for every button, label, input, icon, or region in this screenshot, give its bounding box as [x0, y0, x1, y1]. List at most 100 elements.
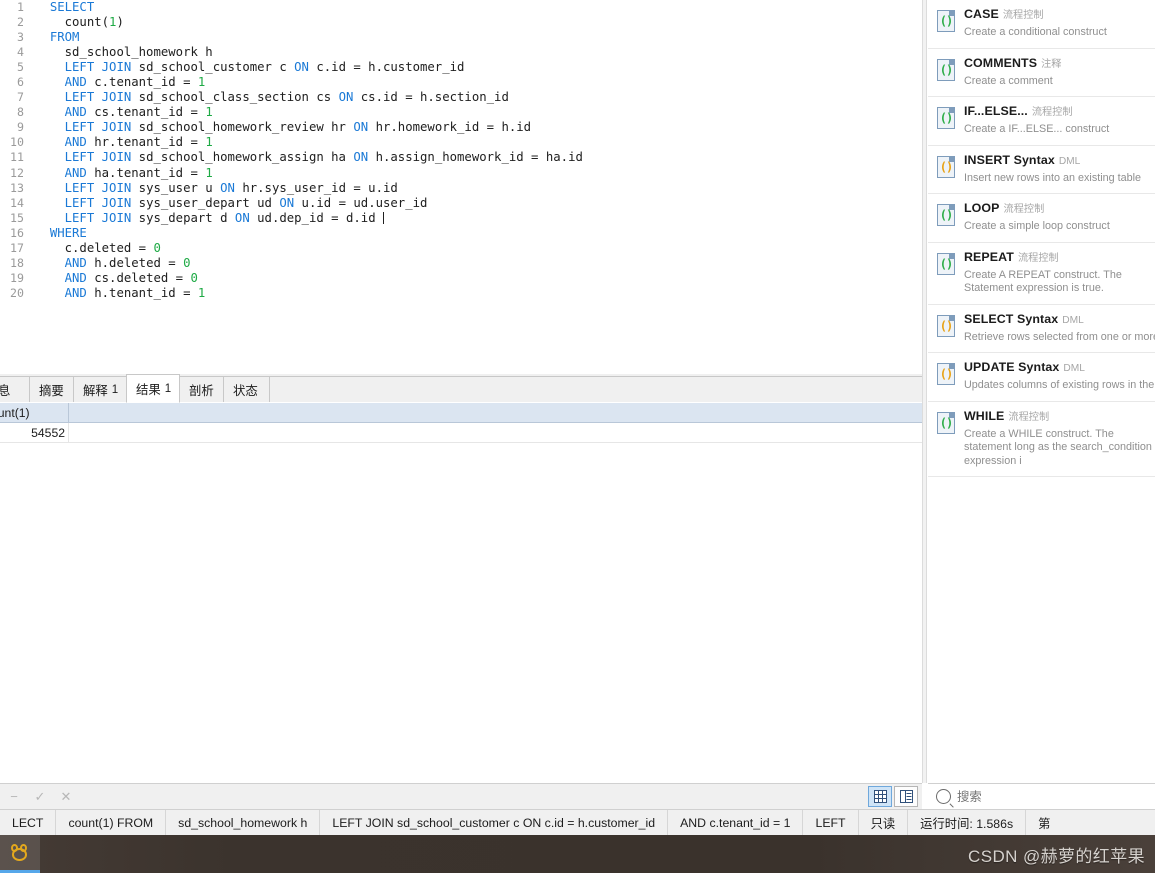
code-text[interactable]: WHERE — [31, 226, 583, 241]
sql-code-table[interactable]: 1 SELECT 2 count(1) 3 FROM 4 sd_school_home… — [0, 0, 583, 301]
code-document-icon: () — [937, 252, 955, 275]
snippet-icon-wrap: () — [928, 360, 964, 385]
code-line: 13 LEFT JOIN sys_user u ON hr.sys_user_i… — [0, 181, 583, 196]
tab-label: 摘要 — [39, 383, 64, 398]
tab-count: 1 — [164, 382, 172, 395]
code-text[interactable]: AND hr.tenant_id = 1 — [31, 135, 583, 150]
tab-1[interactable]: 摘要 — [29, 376, 74, 402]
code-text[interactable]: sd_school_homework h — [31, 45, 583, 60]
snippet-name: CASE — [964, 7, 999, 21]
status-segment: 只读 — [859, 810, 909, 835]
snippet-item[interactable]: () COMMENTS 注释 Create a comment — [928, 49, 1155, 97]
snippet-body: REPEAT 流程控制 Create A REPEAT construct. The… — [964, 250, 1155, 296]
tab-label: 解释 — [83, 383, 108, 398]
taskbar-item-navicat[interactable] — [0, 835, 40, 873]
snippet-description: Retrieve rows selected from one or more … — [964, 330, 1155, 343]
remove-record-button[interactable]: − — [2, 786, 26, 808]
sql-editor[interactable]: 1 SELECT 2 count(1) 3 FROM 4 sd_school_home… — [0, 0, 922, 374]
code-text[interactable]: AND c.tenant_id = 1 — [31, 75, 583, 90]
snippet-item[interactable]: () UPDATE Syntax DML Updates columns of exi… — [928, 353, 1155, 402]
snippet-icon-wrap: () — [928, 104, 964, 129]
snippet-title-row: SELECT Syntax DML — [964, 312, 1155, 328]
snippet-item[interactable]: () REPEAT 流程控制 Create A REPEAT construct. T… — [928, 243, 1155, 305]
snippet-description: Create a simple loop construct — [964, 220, 1110, 232]
tab-5[interactable]: 状态 — [223, 376, 270, 402]
line-number: 6 — [17, 75, 24, 90]
snippet-item[interactable]: () LOOP 流程控制 Create a simple loop construct — [928, 194, 1155, 243]
cancel-changes-button[interactable]: ✕ — [54, 786, 78, 808]
watermark-text: CSDN @赫萝的红苹果 — [968, 846, 1145, 866]
tab-4[interactable]: 剖析 — [179, 376, 224, 402]
code-text[interactable]: SELECT — [31, 0, 583, 15]
code-text[interactable]: count(1) — [31, 15, 583, 30]
snippet-panel[interactable]: () CASE 流程控制 Create a conditional construct… — [928, 0, 1155, 783]
code-document-icon: () — [937, 363, 955, 385]
code-line: 19 AND cs.deleted = 0 — [0, 271, 583, 286]
grid-header-row: ount(1) — [0, 403, 922, 423]
code-text[interactable]: c.deleted = 0 — [31, 241, 583, 256]
grid-cell[interactable]: 54552 — [0, 423, 69, 442]
line-number: 7 — [17, 90, 24, 105]
snippet-body: UPDATE Syntax DML Updates columns of exist… — [964, 360, 1155, 393]
code-text[interactable]: AND h.deleted = 0 — [31, 256, 583, 271]
snippet-name: REPEAT — [964, 249, 1014, 264]
code-text[interactable]: AND cs.tenant_id = 1 — [31, 105, 583, 120]
snippet-item[interactable]: () WHILE 流程控制 Create a WHILE construct. The… — [928, 402, 1155, 477]
search-bar[interactable] — [928, 783, 1155, 809]
line-number: 15 — [10, 210, 24, 225]
code-text[interactable]: LEFT JOIN sys_user_depart ud ON u.id = u… — [31, 196, 583, 211]
snippet-item[interactable]: () IF...ELSE... 流程控制 Create a IF...ELSE... … — [928, 97, 1155, 146]
code-line: 3 FROM — [0, 30, 583, 45]
code-document-icon: () — [937, 58, 955, 81]
result-grid[interactable]: ount(1) 54552 — [0, 403, 922, 783]
code-text[interactable]: LEFT JOIN sys_depart d ON ud.dep_id = d.… — [31, 211, 583, 226]
snippet-description: Create a conditional construct — [964, 26, 1107, 38]
snippet-description: Create a WHILE construct. The statement … — [964, 427, 1152, 467]
grid-view-button[interactable] — [868, 786, 892, 807]
result-tabbar[interactable]: 息摘要 解释 1 结果 1 剖析 状态 — [0, 374, 922, 403]
tab-count: 1 — [111, 383, 119, 396]
apply-changes-button[interactable]: ✓ — [28, 786, 52, 808]
snippet-title-row: REPEAT 流程控制 — [964, 250, 1155, 266]
tab-3[interactable]: 结果 1 — [126, 374, 180, 403]
code-text[interactable]: LEFT JOIN sd_school_homework_review hr O… — [31, 120, 583, 135]
grid-column-header[interactable]: ount(1) — [0, 403, 69, 422]
line-number: 9 — [17, 120, 24, 135]
snippet-item[interactable]: () CASE 流程控制 Create a conditional construct — [928, 0, 1155, 49]
snippet-category: 流程控制 — [1008, 411, 1050, 423]
snippet-name: IF...ELSE... — [964, 104, 1028, 118]
code-line: 15 LEFT JOIN sys_depart d ON ud.dep_id =… — [0, 211, 583, 226]
code-document-icon: () — [937, 155, 955, 178]
code-text[interactable]: LEFT JOIN sd_school_customer c ON c.id =… — [31, 60, 583, 75]
snippet-description: Create A REPEAT construct. The Statement… — [964, 268, 1122, 295]
snippet-title-row: INSERT Syntax DML — [964, 153, 1155, 169]
code-text[interactable]: LEFT JOIN sd_school_homework_assign ha O… — [31, 150, 583, 165]
snippet-icon-wrap: () — [928, 312, 964, 337]
code-text[interactable]: FROM — [31, 30, 583, 45]
snippet-description: Insert new rows into an existing table — [964, 171, 1142, 184]
table-row[interactable]: 54552 — [0, 423, 922, 443]
snippet-body: SELECT Syntax DML Retrieve rows selected f… — [964, 312, 1155, 345]
snippet-title-row: UPDATE Syntax DML — [964, 360, 1155, 376]
vertical-splitter[interactable] — [922, 0, 927, 783]
code-text[interactable]: LEFT JOIN sys_user u ON hr.sys_user_id =… — [31, 181, 583, 196]
grid-toolbar[interactable]: − ✓ ✕ — [0, 783, 922, 809]
text-cursor — [383, 211, 384, 224]
code-text[interactable]: LEFT JOIN sd_school_class_section cs ON … — [31, 90, 583, 105]
tab-0[interactable]: 息 — [0, 376, 30, 402]
search-input[interactable] — [957, 789, 1137, 804]
line-number: 17 — [10, 240, 24, 255]
code-line: 6 AND c.tenant_id = 1 — [0, 75, 583, 90]
code-text[interactable]: AND ha.tenant_id = 1 — [31, 166, 583, 181]
navicat-query-window: 1 SELECT 2 count(1) 3 FROM 4 sd_school_home… — [0, 0, 1155, 873]
code-text[interactable]: AND cs.deleted = 0 — [31, 271, 583, 286]
snippet-item[interactable]: () INSERT Syntax DML Insert new rows into a… — [928, 146, 1155, 194]
code-line: 9 LEFT JOIN sd_school_homework_review hr… — [0, 120, 583, 135]
view-toggle-group[interactable] — [866, 786, 918, 807]
tab-2[interactable]: 解释 1 — [73, 376, 127, 402]
code-line: 11 LEFT JOIN sd_school_homework_assign h… — [0, 150, 583, 165]
code-text[interactable]: AND h.tenant_id = 1 — [31, 286, 583, 301]
snippet-item[interactable]: () SELECT Syntax DML Retrieve rows selected… — [928, 305, 1155, 353]
code-line: 5 LEFT JOIN sd_school_customer c ON c.id… — [0, 60, 583, 75]
form-view-button[interactable] — [894, 786, 918, 807]
